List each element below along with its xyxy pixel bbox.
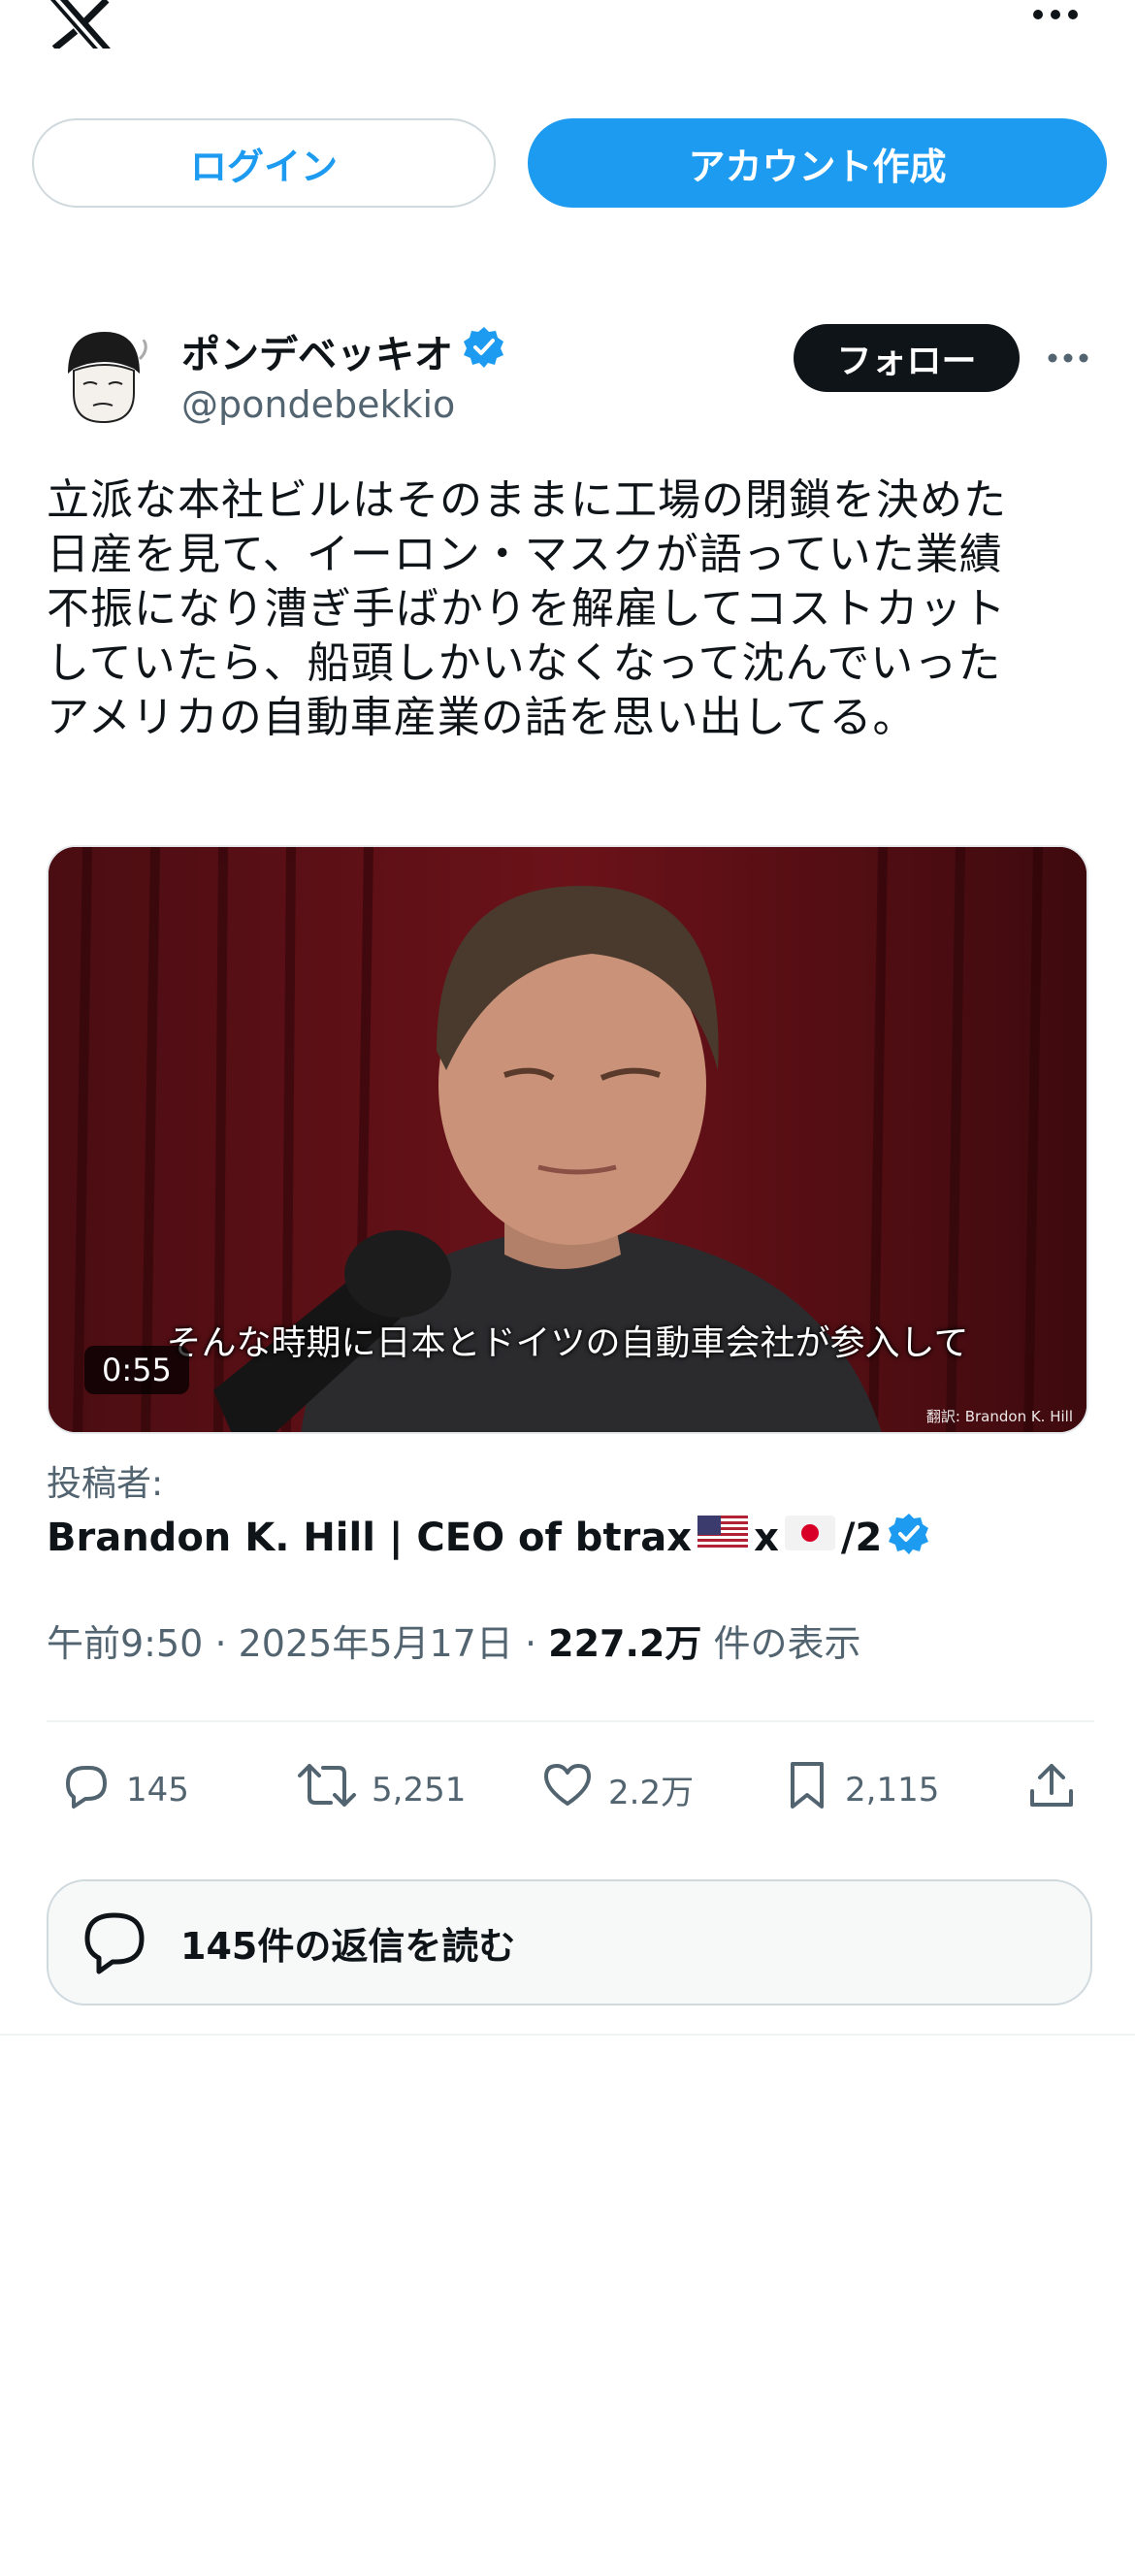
read-replies-button[interactable]: 145件の返信を読む	[47, 1879, 1092, 2005]
views-label: 件の表示	[713, 1622, 861, 1665]
bookmark-icon	[783, 1758, 831, 1821]
divider	[0, 2034, 1135, 2036]
us-flag-icon	[697, 1516, 749, 1560]
verified-badge-icon	[888, 1512, 930, 1564]
like-button[interactable]: 2.2万	[540, 1758, 694, 1821]
heart-icon	[540, 1758, 595, 1821]
author-name[interactable]: ポンデベッキオ	[181, 323, 505, 379]
x-logo-icon[interactable]	[47, 0, 114, 51]
reply-count: 145	[126, 1770, 189, 1810]
signup-button[interactable]: アカウント作成	[528, 118, 1107, 208]
views-count: 227.2万	[548, 1622, 702, 1665]
post-time[interactable]: 午前9:50	[47, 1622, 203, 1665]
author-display-name[interactable]: ポンデベッキオ	[181, 323, 453, 379]
like-count: 2.2万	[608, 1774, 695, 1812]
retweet-count: 5,251	[372, 1770, 467, 1810]
video-watermark: 翻訳: Brandon K. Hill	[925, 1408, 1073, 1425]
meta-separator: ·	[524, 1622, 537, 1665]
video-subtitle: そんな時期に日本とドイツの自動車会社が参入して	[166, 1323, 969, 1363]
more-horizontal-icon[interactable]	[1028, 0, 1083, 29]
read-replies-label: 145件の返信を読む	[180, 1924, 516, 1968]
reply-icon	[58, 1758, 113, 1821]
verified-badge-icon	[463, 325, 505, 377]
retweet-button[interactable]: 5,251	[296, 1758, 466, 1821]
post-meta: 午前9:50 · 2025年5月17日 · 227.2万 件の表示	[47, 1614, 860, 1667]
posted-by-suffix-tail: /2	[840, 1516, 883, 1560]
follow-button[interactable]: フォロー	[794, 324, 1020, 392]
avatar[interactable]	[47, 320, 158, 432]
japan-flag-icon	[784, 1516, 835, 1560]
tweet-text: 立派な本社ビルはそのままに工場の閉鎖を決めた 日産を見て、イーロン・マスクが語っ…	[47, 475, 1007, 742]
posted-by-label: 投稿者:	[47, 1464, 164, 1504]
video-player[interactable]: そんな時期に日本とドイツの自動車会社が参入して 0:55 翻訳: Brandon…	[47, 845, 1088, 1434]
video-duration: 0:55	[84, 1346, 189, 1394]
post-date[interactable]: 2025年5月17日	[239, 1622, 513, 1665]
divider	[47, 1720, 1094, 1722]
share-icon	[1024, 1758, 1079, 1821]
meta-separator: ·	[214, 1622, 227, 1665]
posted-by-author[interactable]: Brandon K. Hill | CEO of btrax x /2	[47, 1512, 930, 1564]
reply-button[interactable]: 145	[58, 1758, 189, 1821]
bookmark-count: 2,115	[845, 1770, 940, 1810]
posted-by-name[interactable]: Brandon K. Hill | CEO of btrax	[47, 1516, 692, 1560]
share-button[interactable]	[1024, 1758, 1079, 1821]
reply-icon	[78, 1904, 151, 1981]
bookmark-button[interactable]: 2,115	[783, 1758, 939, 1821]
more-horizontal-icon[interactable]	[1046, 343, 1090, 373]
author-handle[interactable]: @pondebekkio	[181, 383, 455, 426]
retweet-icon	[296, 1758, 358, 1821]
posted-by-suffix-x: x	[754, 1516, 779, 1560]
login-button[interactable]: ログイン	[32, 118, 496, 208]
